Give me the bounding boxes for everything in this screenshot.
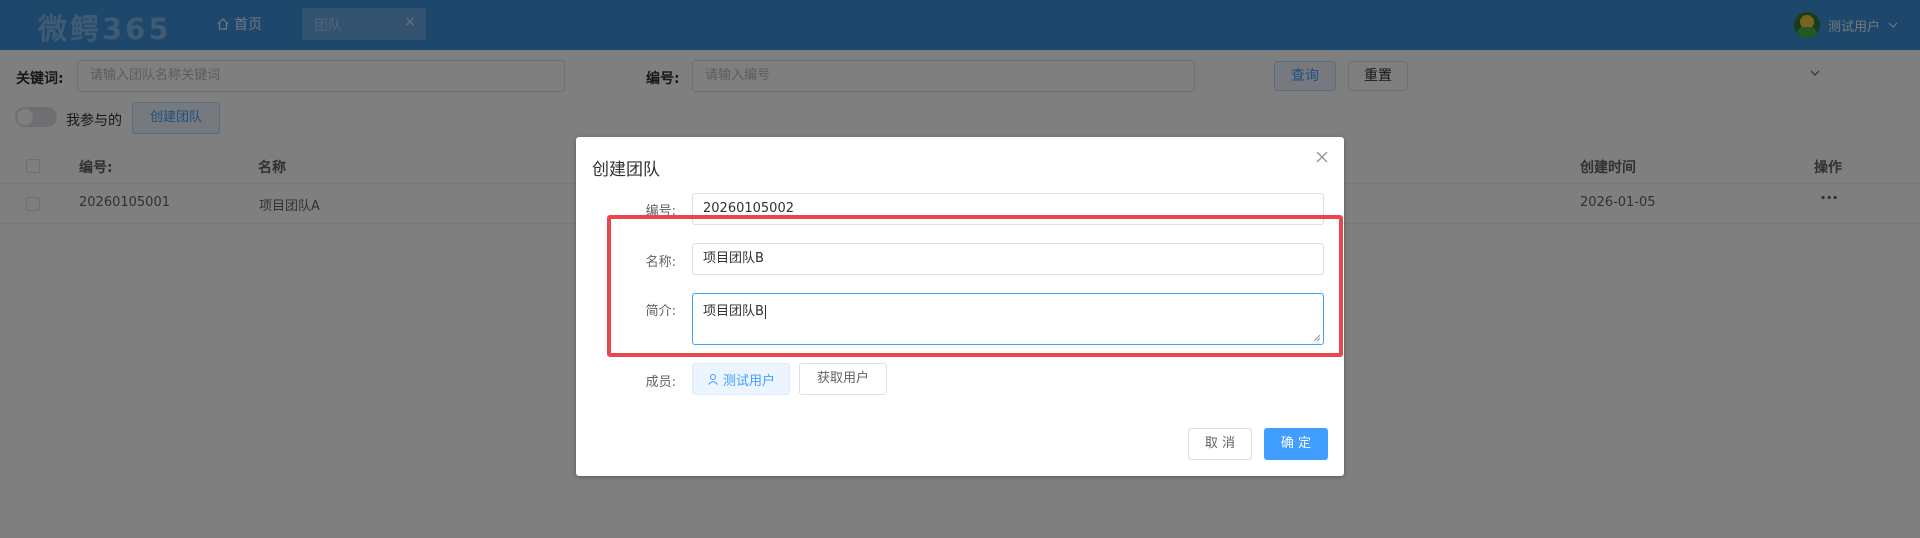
confirm-button[interactable]: 确 定: [1264, 428, 1328, 460]
member-tag[interactable]: 测试用户: [692, 363, 790, 395]
user-icon: [708, 374, 718, 385]
close-icon[interactable]: [1314, 149, 1330, 165]
members-label: 成员:: [645, 375, 676, 390]
cancel-button[interactable]: 取 消: [1188, 428, 1252, 460]
highlight-annotation: [607, 215, 1343, 357]
fetch-users-button[interactable]: 获取用户: [799, 363, 887, 395]
member-tag-label: 测试用户: [722, 373, 775, 389]
dialog-title: 创建团队: [592, 160, 660, 180]
